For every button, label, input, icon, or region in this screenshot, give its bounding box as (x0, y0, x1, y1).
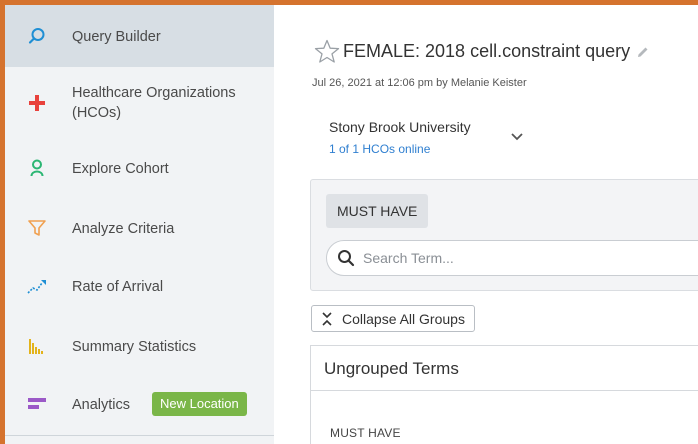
search-term-input[interactable] (363, 250, 663, 266)
sidebar-divider (5, 435, 274, 436)
search-icon (337, 249, 355, 267)
star-icon[interactable] (314, 39, 340, 64)
chevron-down-icon[interactable] (510, 129, 524, 147)
sidebar-item-analyze-criteria[interactable]: Analyze Criteria (5, 205, 274, 251)
edit-pencil-icon[interactable] (636, 45, 650, 59)
bar-chart-icon (27, 336, 47, 356)
hco-status[interactable]: 1 of 1 HCOs online (329, 142, 430, 156)
collapse-all-groups-label: Collapse All Groups (342, 310, 465, 327)
sidebar-item-label: Rate of Arrival (72, 279, 164, 295)
search-icon (27, 26, 47, 46)
sidebar-item-hcos[interactable]: Healthcare Organizations (HCOs) (5, 75, 274, 131)
must-have-label: MUST HAVE (326, 194, 429, 228)
app-window: Query Builder Healthcare Organizations (… (0, 0, 698, 444)
sidebar-item-rate-of-arrival[interactable]: Rate of Arrival (5, 263, 274, 309)
query-title-row: FEMALE: 2018 cell.constraint query (314, 39, 650, 64)
group-must-have-label: MUST HAVE (330, 426, 401, 440)
funnel-icon (27, 218, 47, 238)
analytics-icon (27, 394, 47, 414)
cohort-icon (27, 158, 47, 178)
plus-icon (27, 93, 47, 113)
collapse-icon (320, 311, 334, 326)
must-have-criteria-panel: MUST HAVE (310, 179, 698, 291)
query-title: FEMALE: 2018 cell.constraint query (343, 41, 631, 61)
sidebar-item-label: Healthcare Organizations (HCOs) (72, 85, 236, 121)
group-header[interactable]: Ungrouped Terms (311, 346, 698, 391)
new-location-badge: New Location (152, 392, 247, 416)
sidebar-item-label: Query Builder (72, 29, 161, 45)
trend-icon (27, 276, 47, 296)
sidebar: Query Builder Healthcare Organizations (… (5, 5, 274, 444)
search-term-box[interactable] (326, 240, 698, 276)
sidebar-item-explore-cohort[interactable]: Explore Cohort (5, 145, 274, 191)
sidebar-item-label: Explore Cohort (72, 161, 169, 177)
sidebar-item-query-builder[interactable]: Query Builder (5, 5, 274, 67)
sidebar-item-label: Summary Statistics (72, 339, 197, 355)
sidebar-item-label: Analyze Criteria (72, 221, 175, 237)
main-content: FEMALE: 2018 cell.constraint query Jul 2… (274, 5, 698, 444)
hco-name[interactable]: Stony Brook University (329, 119, 471, 135)
ungrouped-terms-panel: Ungrouped Terms MUST HAVE (310, 345, 698, 444)
sidebar-item-label: Analytics (72, 397, 131, 413)
collapse-all-groups-button[interactable]: Collapse All Groups (311, 305, 475, 332)
sidebar-item-summary-statistics[interactable]: Summary Statistics (5, 323, 274, 369)
query-meta: Jul 26, 2021 at 12:06 pm by Melanie Keis… (312, 77, 527, 89)
group-title: Ungrouped Terms (324, 359, 459, 378)
sidebar-item-analytics[interactable]: Analytics New Location (5, 381, 274, 427)
